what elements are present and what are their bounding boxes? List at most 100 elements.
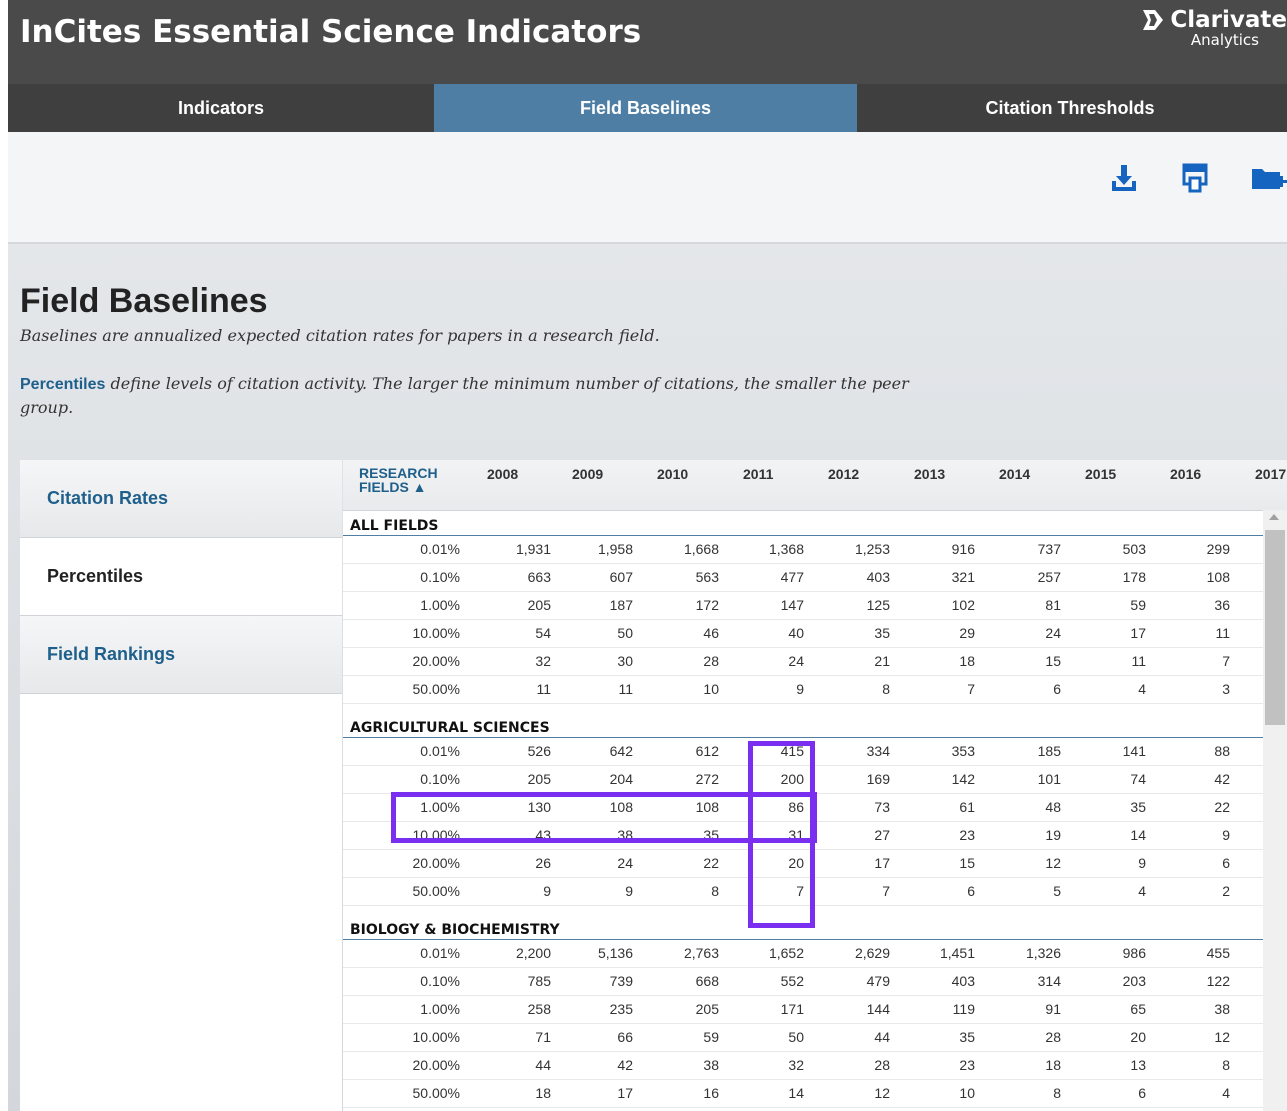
- value-cell: 71: [535, 1029, 551, 1045]
- percentile-cell: 0.10%: [420, 569, 460, 585]
- toolbar: [8, 132, 1287, 244]
- year-header-2014[interactable]: 2014: [999, 466, 1030, 482]
- tab-indicators[interactable]: Indicators: [8, 84, 434, 132]
- tab-citation-thresholds[interactable]: Citation Thresholds: [857, 84, 1283, 132]
- year-header-2009[interactable]: 2009: [572, 466, 603, 482]
- value-cell: 22: [703, 855, 719, 871]
- value-cell: 7: [1222, 653, 1230, 669]
- year-header-2015[interactable]: 2015: [1085, 466, 1116, 482]
- year-header-2016[interactable]: 2016: [1170, 466, 1201, 482]
- field-group-header: BIOLOGY & BIOCHEMISTRY: [343, 914, 1263, 940]
- value-cell: 59: [703, 1029, 719, 1045]
- value-cell: 20: [788, 855, 804, 871]
- value-cell: 1,931: [515, 541, 551, 557]
- value-cell: 4: [1222, 1085, 1230, 1101]
- value-cell: 125: [866, 597, 890, 613]
- brand-logo[interactable]: Clarivate Analytics: [1140, 8, 1287, 48]
- scroll-thumb[interactable]: [1265, 530, 1285, 725]
- value-cell: 4: [1138, 681, 1146, 697]
- value-cell: 334: [866, 743, 890, 759]
- add-to-folder-icon[interactable]: [1250, 162, 1287, 194]
- value-cell: 204: [609, 771, 633, 787]
- percentile-cell: 50.00%: [412, 883, 460, 899]
- value-cell: 13: [1130, 1057, 1146, 1073]
- year-header-2008[interactable]: 2008: [487, 466, 518, 482]
- value-cell: 2,629: [854, 945, 890, 961]
- percentile-cell: 0.10%: [420, 973, 460, 989]
- main-nav: Indicators Field Baselines Citation Thre…: [8, 84, 1287, 132]
- value-cell: 43: [535, 827, 551, 843]
- value-cell: 88: [1214, 743, 1230, 759]
- print-icon[interactable]: [1179, 162, 1211, 194]
- value-cell: 29: [959, 625, 975, 641]
- value-cell: 1,652: [768, 945, 804, 961]
- value-cell: 785: [527, 973, 551, 989]
- research-fields-sort-header[interactable]: RESEARCH FIELDS ▲: [359, 466, 438, 494]
- value-cell: 141: [1122, 743, 1146, 759]
- percentiles-link[interactable]: Percentiles: [20, 376, 105, 393]
- sidebar-item-percentiles[interactable]: Percentiles: [20, 538, 342, 616]
- table-row: 10.00% 54 50 46 40 35 29 24 17 11: [343, 620, 1263, 648]
- value-cell: 17: [617, 1085, 633, 1101]
- value-cell: 108: [1206, 569, 1230, 585]
- table-header: RESEARCH FIELDS ▲ 2008 2009 2010 2011 2012 20…: [343, 460, 1287, 511]
- value-cell: 15: [1045, 653, 1061, 669]
- table-row: 0.01% 1,931 1,958 1,668 1,368 1,253 916 737 503 2…: [343, 536, 1263, 564]
- value-cell: 74: [1130, 771, 1146, 787]
- value-cell: 552: [780, 973, 804, 989]
- research-fields-header-line2: FIELDS ▲: [359, 479, 427, 495]
- percentile-cell: 0.01%: [420, 945, 460, 961]
- value-cell: 23: [959, 1057, 975, 1073]
- value-cell: 50: [788, 1029, 804, 1045]
- value-cell: 28: [874, 1057, 890, 1073]
- value-cell: 20: [1130, 1029, 1146, 1045]
- scroll-up-arrow-icon[interactable]: [1269, 514, 1279, 520]
- value-cell: 1,451: [939, 945, 975, 961]
- value-cell: 10: [959, 1085, 975, 1101]
- year-header-2017[interactable]: 2017: [1255, 466, 1286, 482]
- sidebar-item-field-rankings[interactable]: Field Rankings: [20, 616, 342, 694]
- table-body: ALL FIELDS 0.01% 1,931 1,958 1,668 1,368 1,253…: [343, 510, 1263, 1111]
- value-cell: 36: [1214, 597, 1230, 613]
- tab-field-baselines[interactable]: Field Baselines: [434, 84, 857, 132]
- value-cell: 44: [535, 1057, 551, 1073]
- value-cell: 663: [527, 569, 551, 585]
- page-title: Field Baselines: [20, 282, 268, 320]
- value-cell: 21: [874, 653, 890, 669]
- field-group-header: ALL FIELDS: [343, 510, 1263, 536]
- value-cell: 6: [1138, 1085, 1146, 1101]
- table-row: 20.00% 44 42 38 32 28 23 18 13 8: [343, 1052, 1263, 1080]
- value-cell: 54: [535, 625, 551, 641]
- year-header-2010[interactable]: 2010: [657, 466, 688, 482]
- download-icon[interactable]: [1108, 162, 1140, 194]
- value-cell: 11: [1215, 625, 1230, 641]
- value-cell: 144: [866, 1001, 890, 1017]
- baselines-description: Baselines are annualized expected citati…: [20, 326, 660, 345]
- value-cell: 3: [1222, 681, 1230, 697]
- table-row: 1.00% 258 235 205 171 144 119 91 65 38: [343, 996, 1263, 1024]
- app-header: InCites Essential Science Indicators Cla…: [8, 0, 1287, 85]
- value-cell: 7: [967, 681, 975, 697]
- value-cell: 91: [1045, 1001, 1061, 1017]
- value-cell: 257: [1037, 569, 1061, 585]
- value-cell: 9: [1222, 827, 1230, 843]
- value-cell: 14: [1130, 827, 1146, 843]
- year-header-2012[interactable]: 2012: [828, 466, 859, 482]
- value-cell: 2,200: [515, 945, 551, 961]
- value-cell: 563: [695, 569, 719, 585]
- year-header-2013[interactable]: 2013: [914, 466, 945, 482]
- value-cell: 28: [1045, 1029, 1061, 1045]
- year-header-2011[interactable]: 2011: [743, 466, 773, 482]
- sidebar: Citation Rates Percentiles Field Ranking…: [20, 460, 342, 1111]
- sidebar-item-citation-rates[interactable]: Citation Rates: [20, 460, 342, 538]
- value-cell: 986: [1122, 945, 1146, 961]
- percentile-cell: 0.10%: [420, 771, 460, 787]
- value-cell: 16: [703, 1085, 719, 1101]
- value-cell: 321: [951, 569, 975, 585]
- value-cell: 6: [1222, 855, 1230, 871]
- value-cell: 10: [703, 681, 719, 697]
- table-scrollbar[interactable]: [1263, 510, 1287, 1111]
- value-cell: 258: [527, 1001, 551, 1017]
- value-cell: 17: [874, 855, 890, 871]
